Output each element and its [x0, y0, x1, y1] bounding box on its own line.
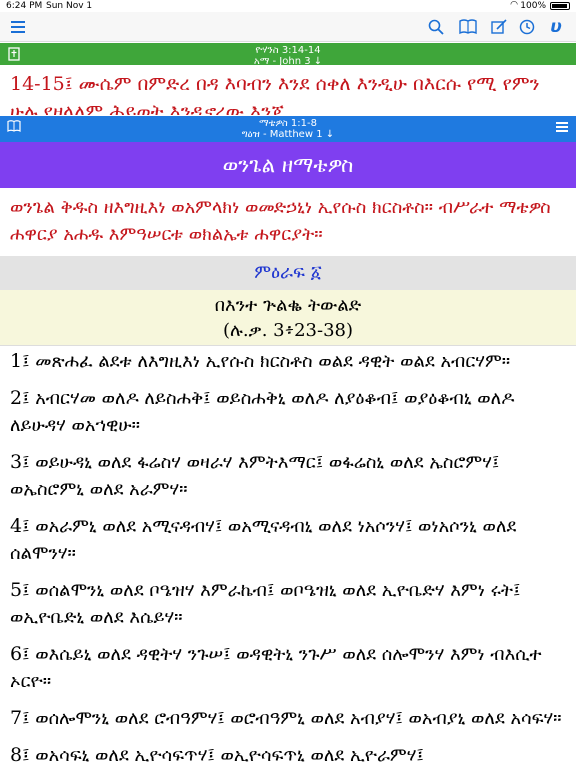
pane-john-ref-geez: ዮሃንስ 3:14-14 — [255, 45, 321, 56]
verse-item[interactable]: 6፤ ወእሴይኒ ወለደ ዳዊትሃ ንጉሠ፤ ወዳዊትኒ ንጉሥ ወለደ ሰሎሞ… — [10, 641, 570, 695]
verse-number: 1 — [10, 350, 23, 372]
book-icon[interactable] — [456, 15, 480, 39]
verse-number: 2 — [10, 387, 23, 409]
search-icon[interactable] — [424, 15, 448, 39]
edit-icon[interactable] — [487, 15, 511, 39]
settings-icon[interactable]: υ — [544, 15, 568, 39]
wifi-icon: ◠ — [510, 0, 518, 10]
pane-john: ዮሃንስ 3:14-14 አማ - John 3 ↓ 14-15፤ ሙሴም በም… — [0, 43, 576, 115]
verse-number: 3 — [10, 451, 23, 473]
verse-number: 4 — [10, 515, 23, 537]
section-title: በእንተ ጕልቈ ትውልድ — [214, 295, 362, 316]
pane-john-ref-en[interactable]: አማ - John 3 ↓ — [0, 56, 576, 67]
verse-text: ፤ መጽሐፈ ልደቱ ለእግዚእነ ኢየሱስ ክርስቶስ ወልደ ዳዊት ወልደ… — [22, 351, 511, 372]
pane-john-header[interactable]: ዮሃንስ 3:14-14 አማ - John 3 ↓ — [0, 43, 576, 67]
verse-item[interactable]: 5፤ ወሰልሞንኒ ወለደ ቦዔዝሃ እምራኬብ፤ ወቦዔዝኒ ወለደ ኢዮቤድ… — [10, 577, 570, 631]
verse-item[interactable]: 1፤ መጽሐፈ ልደቱ ለእግዚእነ ኢየሱስ ክርስቶስ ወልደ ዳዊት ወል… — [10, 348, 570, 375]
verse-text: ፤ ወሰሎሞንኒ ወለደ ሮብዓምሃ፤ ወሮብዓምኒ ወለደ አብያሃ፤ ወአብ… — [22, 708, 562, 729]
pane-matthew-header[interactable]: ማቴዎስ 1:1-8 ግዕዝ - Matthew 1 ↓ — [0, 116, 576, 142]
pane-matthew-ref-en[interactable]: ግዕዝ - Matthew 1 ↓ — [0, 129, 576, 140]
verse-text: ፤ ወሰልሞንኒ ወለደ ቦዔዝሃ እምራኬብ፤ ወቦዔዝኒ ወለደ ኢዮቤድሃ… — [10, 580, 521, 628]
status-date: Sun Nov 1 — [46, 1, 93, 11]
pane-matthew: ማቴዎስ 1:1-8 ግዕዝ - Matthew 1 ↓ ወንጌል ዘማቴዎስ … — [0, 116, 576, 768]
open-book-icon[interactable] — [7, 120, 21, 134]
battery-icon — [550, 2, 570, 10]
section-reference: (ሉ.ቃ. 3፥23-38) — [222, 320, 354, 341]
verse-item[interactable]: 2፤ አብርሃመ ወለዶ ለይስሐቅ፤ ወይስሐቅኒ ወለዶ ለያዕቆብ፤ ወያ… — [10, 385, 570, 439]
verse-item[interactable]: 4፤ ወአራምኒ ወለደ አሚናዳብሃ፤ ወአሚናዳብኒ ወለደ ነአሶንሃ፤ … — [10, 513, 570, 567]
verse-text: ፤ አብርሃመ ወለዶ ለይስሐቅ፤ ወይስሐቅኒ ወለዶ ለያዕቆብ፤ ወያዕ… — [10, 388, 515, 436]
status-time: 6:24 PM — [6, 1, 43, 11]
verse-text: ፤ ወእሴይኒ ወለደ ዳዊትሃ ንጉሠ፤ ወዳዊትኒ ንጉሥ ወለደ ሰሎሞን… — [10, 644, 542, 692]
verse-text: ፤ ወአራምኒ ወለደ አሚናዳብሃ፤ ወአሚናዳብኒ ወለደ ነአሶንሃ፤ ወ… — [10, 516, 517, 564]
verse-item[interactable]: 7፤ ወሰሎሞንኒ ወለደ ሮብዓምሃ፤ ወሮብዓምኒ ወለደ አብያሃ፤ ወአ… — [10, 705, 570, 732]
verse-item[interactable]: 8፤ ወአሳፍኒ ወለደ ኢዮሳፍጥሃ፤ ወኢዮሳፍጥኒ ወለደ ኢዮራምሃ፤ — [10, 742, 570, 768]
pane-menu-icon[interactable] — [556, 122, 568, 128]
verse-number: 7 — [10, 707, 23, 729]
verse-text: ፤ ወአሳፍኒ ወለደ ኢዮሳፍጥሃ፤ ወኢዮሳፍጥኒ ወለደ ኢዮራምሃ፤ — [22, 745, 424, 766]
history-icon[interactable] — [515, 15, 539, 39]
verse-number: 6 — [10, 643, 23, 665]
top-toolbar: υ — [0, 12, 576, 42]
status-bar: 6:24 PM Sun Nov 1 ◠ 100% — [0, 0, 576, 12]
verse-number: 5 — [10, 579, 23, 601]
pane-matthew-ref-geez: ማቴዎስ 1:1-8 — [259, 118, 317, 129]
pane-john-text: 14-15፤ ሙሴም በምድረ በዳ እባብን እንደ ሰቀለ እንዲሁ በእር… — [10, 73, 540, 115]
section-heading: በእንተ ጕልቈ ትውልድ (ሉ.ቃ. 3፥23-38) — [0, 290, 576, 346]
menu-icon[interactable] — [6, 15, 30, 39]
bible-icon[interactable] — [7, 47, 21, 61]
verse-item[interactable]: 3፤ ወይሁዳኒ ወለደ ፋሬስሃ ወዛራሃ እምትእማር፤ ወፋሬስኒ ወለደ… — [10, 449, 570, 503]
verse-text: ፤ ወይሁዳኒ ወለደ ፋሬስሃ ወዛራሃ እምትእማር፤ ወፋሬስኒ ወለደ … — [10, 452, 500, 500]
book-intro: ወንጌል ቅዱስ ዘእግዚእነ ወአምላክነ ወመድኃኒነ ኢየሱስ ክርስቶስ… — [10, 197, 551, 245]
book-title: ወንጌል ዘማቴዎስ — [0, 142, 576, 188]
verse-number: 8 — [10, 744, 23, 766]
chapter-heading: ምዕራፍ ፩ — [0, 256, 576, 290]
battery-percent: 100% — [520, 1, 546, 11]
verse-list: 1፤ መጽሐፈ ልደቱ ለእግዚእነ ኢየሱስ ክርስቶስ ወልደ ዳዊት ወል… — [10, 348, 570, 768]
